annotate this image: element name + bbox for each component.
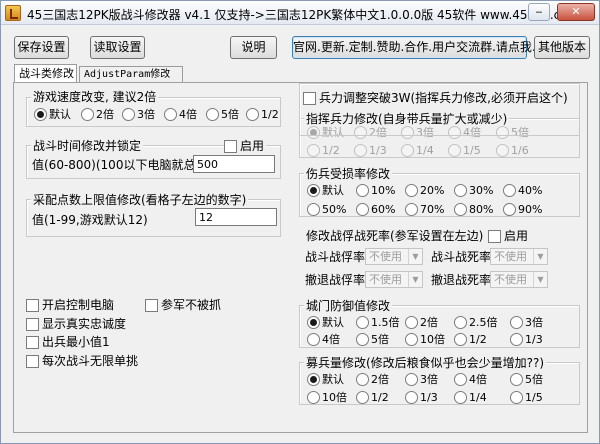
battle-capture-label: 战斗战俘率 xyxy=(305,250,366,264)
title-bar[interactable]: 45三国志12PK版战斗修改器 v4.1 仅支持->三国志12PK繁体中文1.0… xyxy=(1,1,599,25)
unlimited-duel-checkbox[interactable]: 每次战斗无限单挑 xyxy=(26,354,138,368)
load-settings-button[interactable]: 读取设置 xyxy=(90,36,145,59)
chevron-down-icon: ▼ xyxy=(408,249,422,264)
website-button[interactable]: 官网.更新.定制.赞助.合作.用户交流群.请点我. xyxy=(292,36,536,59)
retreat-death-select[interactable]: 不使用 ▼ xyxy=(490,271,548,288)
recruit-option-half[interactable]: 1/2 xyxy=(356,391,389,404)
save-settings-button[interactable]: 保存设置 xyxy=(14,36,69,59)
min-troops-checkbox[interactable]: 出兵最小值1 xyxy=(26,335,110,349)
defense-option-4x[interactable]: 4倍 xyxy=(307,333,340,346)
casualty-option-40[interactable]: 40% xyxy=(503,184,542,197)
battle-death-label: 战斗战死率 xyxy=(431,250,492,264)
command-option-fifth[interactable]: 1/5 xyxy=(448,144,481,157)
gate-defense-title: 城门防御值修改 xyxy=(304,299,393,313)
retreat-capture-value: 不使用 xyxy=(369,273,402,286)
speed-option-2x[interactable]: 2倍 xyxy=(81,108,114,121)
speed-option-4x[interactable]: 4倍 xyxy=(164,108,197,121)
speed-option-3x[interactable]: 3倍 xyxy=(122,108,155,121)
recruit-option-default[interactable]: 默认 xyxy=(307,373,344,386)
casualty-option-50[interactable]: 50% xyxy=(307,203,346,216)
casualty-option-default[interactable]: 默认 xyxy=(307,184,344,197)
tab-adjustparam[interactable]: AdjustParam修改 xyxy=(79,66,183,83)
command-option-sixth[interactable]: 1/6 xyxy=(496,144,529,157)
game-speed-title: 游戏速度改变, 建议2倍 xyxy=(31,90,159,104)
casualty-option-10[interactable]: 10% xyxy=(356,184,395,197)
help-button[interactable]: 说明 xyxy=(230,36,277,59)
collect-points-label: 值(1-99,游戏默认12) xyxy=(32,213,148,227)
casualty-option-60[interactable]: 60% xyxy=(356,203,395,216)
chevron-down-icon: ▼ xyxy=(533,272,547,287)
minimize-button[interactable]: ‒ xyxy=(528,3,550,21)
casualty-option-20[interactable]: 20% xyxy=(405,184,444,197)
main-window: 45三国志12PK版战斗修改器 v4.1 仅支持->三国志12PK繁体中文1.0… xyxy=(0,0,600,444)
recruit-option-4x[interactable]: 4倍 xyxy=(454,373,487,386)
recruit-option-10x[interactable]: 10倍 xyxy=(307,391,347,404)
capture-enable-checkbox[interactable]: 启用 xyxy=(488,229,531,243)
retreat-death-label: 撤退战死率 xyxy=(431,273,492,287)
defense-option-default[interactable]: 默认 xyxy=(307,316,344,329)
command-option-quarter[interactable]: 1/4 xyxy=(401,144,434,157)
defense-option-2-5x[interactable]: 2.5倍 xyxy=(454,316,498,329)
battle-death-value: 不使用 xyxy=(494,250,527,263)
capture-death-group xyxy=(299,83,580,136)
speed-option-default[interactable]: 默认 xyxy=(34,108,71,121)
casualty-option-30[interactable]: 30% xyxy=(454,184,493,197)
speed-option-5x[interactable]: 5倍 xyxy=(206,108,239,121)
recruit-option-5x[interactable]: 5倍 xyxy=(510,373,543,386)
tab-panel: 游戏速度改变, 建议2倍 默认 2倍 3倍 4倍 5倍 1/2 战斗时间修改并锁… xyxy=(13,82,588,433)
defense-option-third[interactable]: 1/3 xyxy=(510,333,543,346)
chevron-down-icon: ▼ xyxy=(408,272,422,287)
recruit-option-third[interactable]: 1/3 xyxy=(405,391,438,404)
close-button[interactable]: ✕ xyxy=(557,3,595,21)
casualty-option-80[interactable]: 80% xyxy=(454,203,493,216)
command-option-third[interactable]: 1/3 xyxy=(354,144,387,157)
control-ai-checkbox[interactable]: 开启控制电脑 xyxy=(26,298,114,312)
battle-time-input[interactable] xyxy=(193,155,275,173)
battle-time-enable-checkbox[interactable]: 启用 xyxy=(224,139,267,153)
app-icon xyxy=(5,5,21,21)
command-option-half[interactable]: 1/2 xyxy=(307,144,340,157)
recruit-option-2x[interactable]: 2倍 xyxy=(356,373,389,386)
recruit-title: 募兵量修改(修改后粮食似乎也会少量增加??) xyxy=(304,356,547,370)
retreat-capture-select[interactable]: 不使用 ▼ xyxy=(365,271,423,288)
capture-death-title: 修改战俘战死率(参军设置在左边) xyxy=(304,229,486,243)
recruit-option-fifth[interactable]: 1/5 xyxy=(510,391,543,404)
defense-option-10x[interactable]: 10倍 xyxy=(405,333,445,346)
battle-time-label: 值(60-800)(100以下电脑就总攻) xyxy=(32,158,213,172)
battle-time-title: 战斗时间修改并锁定 xyxy=(31,139,144,153)
casualty-option-70[interactable]: 70% xyxy=(405,203,444,216)
retreat-death-value: 不使用 xyxy=(494,273,527,286)
general-not-captured-checkbox[interactable]: 参军不被抓 xyxy=(145,298,221,312)
battle-capture-value: 不使用 xyxy=(369,250,402,263)
other-versions-button[interactable]: 其他版本 xyxy=(534,36,590,59)
casualty-title: 伤兵受损率修改 xyxy=(304,167,393,181)
speed-option-half[interactable]: 1/2 xyxy=(246,108,279,121)
defense-option-2x[interactable]: 2倍 xyxy=(405,316,438,329)
retreat-capture-label: 撤退战俘率 xyxy=(305,273,366,287)
defense-option-1-5x[interactable]: 1.5倍 xyxy=(356,316,400,329)
collect-points-title: 采配点数上限值修改(看格子左边的数字) xyxy=(31,193,249,207)
recruit-option-3x[interactable]: 3倍 xyxy=(405,373,438,386)
defense-option-5x[interactable]: 5倍 xyxy=(356,333,389,346)
collect-points-input[interactable] xyxy=(195,208,277,226)
show-loyalty-checkbox[interactable]: 显示真实忠诚度 xyxy=(26,317,126,331)
window-title: 45三国志12PK版战斗修改器 v4.1 仅支持->三国志12PK繁体中文1.0… xyxy=(27,8,580,22)
chevron-down-icon: ▼ xyxy=(533,249,547,264)
battle-capture-select[interactable]: 不使用 ▼ xyxy=(365,248,423,265)
defense-option-half[interactable]: 1/2 xyxy=(454,333,487,346)
battle-death-select[interactable]: 不使用 ▼ xyxy=(490,248,548,265)
recruit-option-quarter[interactable]: 1/4 xyxy=(454,391,487,404)
tab-battle[interactable]: 战斗类修改 xyxy=(14,64,77,83)
defense-option-3x[interactable]: 3倍 xyxy=(510,316,543,329)
casualty-option-90[interactable]: 90% xyxy=(503,203,542,216)
